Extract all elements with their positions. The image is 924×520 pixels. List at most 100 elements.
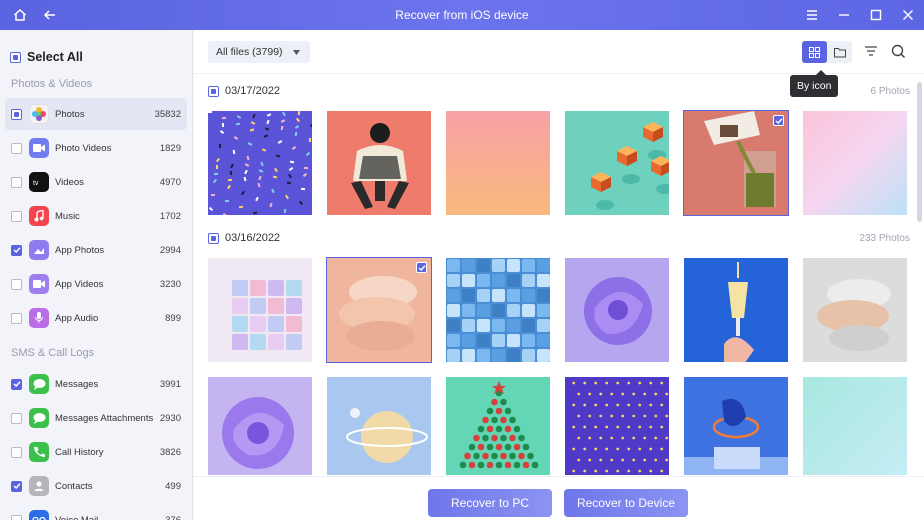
photo-thumbnail[interactable]: [326, 376, 432, 476]
date-group-checkbox[interactable]: [208, 85, 219, 97]
recover-to-device-button[interactable]: Recover to Device: [564, 489, 688, 517]
apple-tv-icon: tv: [29, 172, 49, 192]
sidebar-item-app-audio[interactable]: App Audio 899: [5, 302, 187, 334]
photo-thumbnail[interactable]: [683, 110, 789, 216]
app-audio-icon: [29, 308, 49, 328]
sidebar-item-count: 3230: [159, 278, 181, 290]
sidebar-item-messages[interactable]: Messages 3991: [5, 368, 187, 400]
menu-icon[interactable]: [804, 7, 820, 23]
category-checkbox[interactable]: [11, 480, 22, 492]
sidebar: Select All Photos & Videos Photos 35832 Ph…: [0, 30, 193, 520]
sidebar-item-voice-mail[interactable]: Voice Mail 376: [5, 504, 187, 520]
minimize-icon[interactable]: [836, 7, 852, 23]
chevron-down-icon: [292, 46, 300, 58]
maximize-icon[interactable]: [868, 7, 884, 23]
sidebar-item-app-videos[interactable]: App Videos 3230: [5, 268, 187, 300]
photo-thumbnail[interactable]: [802, 376, 908, 476]
photo-thumbnail[interactable]: [207, 376, 313, 476]
sidebar-item-label: Music: [55, 210, 80, 222]
sidebar-item-label: Voice Mail: [55, 514, 99, 520]
sidebar-item-count: 3826: [159, 446, 181, 458]
category-checkbox[interactable]: [11, 108, 22, 120]
app-videos-icon: [29, 274, 49, 294]
photo-thumbnail[interactable]: [445, 110, 551, 216]
photo-thumbnail[interactable]: [326, 110, 432, 216]
sidebar-item-count: 1702: [159, 210, 181, 222]
view-toggle: [802, 41, 852, 63]
sidebar-item-count: 2930: [159, 412, 181, 424]
photo-thumbnail[interactable]: [564, 110, 670, 216]
title-bar: Recover from iOS device: [0, 0, 924, 30]
sidebar-item-photos[interactable]: Photos 35832: [5, 98, 187, 130]
sidebar-item-videos[interactable]: tv Videos 4970: [5, 166, 187, 198]
sidebar-item-music[interactable]: Music 1702: [5, 200, 187, 232]
photo-thumbnail[interactable]: [683, 376, 789, 476]
sidebar-item-photo-videos[interactable]: Photo Videos 1829: [5, 132, 187, 164]
category-checkbox[interactable]: [11, 278, 22, 290]
sidebar-item-label: Messages: [55, 378, 99, 390]
photo-thumbnail[interactable]: [564, 257, 670, 363]
filter-icon[interactable]: [864, 44, 880, 60]
window-title: Recover from iOS device: [395, 8, 529, 22]
select-all-checkbox[interactable]: [10, 51, 21, 63]
search-icon[interactable]: [891, 44, 907, 60]
action-bar: Recover to PC Recover to Device: [194, 476, 924, 520]
thumbnail-checkbox[interactable]: [416, 262, 427, 273]
sidebar-item-messages-attachments[interactable]: Messages Attachments 2930: [5, 402, 187, 434]
photo-videos-icon: [29, 138, 49, 158]
sidebar-item-count: 499: [165, 480, 181, 492]
sidebar-item-count: 35832: [154, 108, 181, 120]
category-checkbox[interactable]: [11, 446, 22, 458]
home-icon[interactable]: [12, 7, 28, 23]
sidebar-item-label: Call History: [55, 446, 104, 458]
grid-view-icon[interactable]: [802, 41, 827, 63]
music-icon: [29, 206, 49, 226]
folder-view-icon[interactable]: [827, 41, 852, 63]
recover-to-pc-button[interactable]: Recover to PC: [428, 489, 552, 517]
category-checkbox[interactable]: [11, 210, 22, 222]
category-checkbox[interactable]: [11, 412, 22, 424]
photo-thumbnail[interactable]: [802, 110, 908, 216]
back-arrow-icon[interactable]: [42, 7, 58, 23]
photo-thumbnail[interactable]: [445, 376, 551, 476]
sidebar-item-label: Contacts: [55, 480, 93, 492]
photo-thumbnail[interactable]: [683, 257, 789, 363]
photo-thumbnail[interactable]: [326, 257, 432, 363]
sidebar-item-count: 376: [165, 514, 181, 520]
close-icon[interactable]: [900, 7, 916, 23]
phone-icon: [29, 442, 49, 462]
file-filter-label: All files (3799): [216, 46, 283, 58]
section-label-photos-videos: Photos & Videos: [11, 78, 93, 90]
select-all[interactable]: Select All: [10, 50, 83, 64]
date-group-checkbox[interactable]: [208, 232, 219, 244]
sidebar-item-count: 1829: [159, 142, 181, 154]
sidebar-item-count: 2994: [159, 244, 181, 256]
thumbnail-checkbox[interactable]: [773, 115, 784, 126]
photo-thumbnail[interactable]: [207, 257, 313, 363]
messages-icon: [29, 374, 49, 394]
category-checkbox[interactable]: [11, 514, 22, 520]
date-group-header: 03/16/2022 233 Photos: [208, 230, 910, 246]
photo-thumbnail[interactable]: [445, 257, 551, 363]
file-filter-dropdown[interactable]: All files (3799): [208, 41, 310, 63]
scrollbar[interactable]: [917, 82, 922, 222]
sidebar-item-app-photos[interactable]: App Photos 2994: [5, 234, 187, 266]
photo-thumbnail[interactable]: [802, 257, 908, 363]
sidebar-item-count: 4970: [159, 176, 181, 188]
voicemail-icon: [29, 510, 49, 520]
sidebar-item-label: App Audio: [55, 312, 99, 324]
category-checkbox[interactable]: [11, 244, 22, 256]
category-checkbox[interactable]: [11, 176, 22, 188]
date-group-count: 233 Photos: [859, 232, 910, 244]
category-checkbox[interactable]: [11, 142, 22, 154]
select-all-label: Select All: [27, 50, 83, 64]
photo-thumbnail[interactable]: [564, 376, 670, 476]
category-checkbox[interactable]: [11, 312, 22, 324]
category-checkbox[interactable]: [11, 378, 22, 390]
sidebar-item-contacts[interactable]: Contacts 499: [5, 470, 187, 502]
sidebar-item-count: 899: [165, 312, 181, 324]
section-label-sms-call-logs: SMS & Call Logs: [11, 347, 95, 359]
photo-thumbnail[interactable]: [207, 110, 313, 216]
sidebar-item-label: Messages Attachments: [55, 412, 154, 424]
sidebar-item-call-history[interactable]: Call History 3826: [5, 436, 187, 468]
